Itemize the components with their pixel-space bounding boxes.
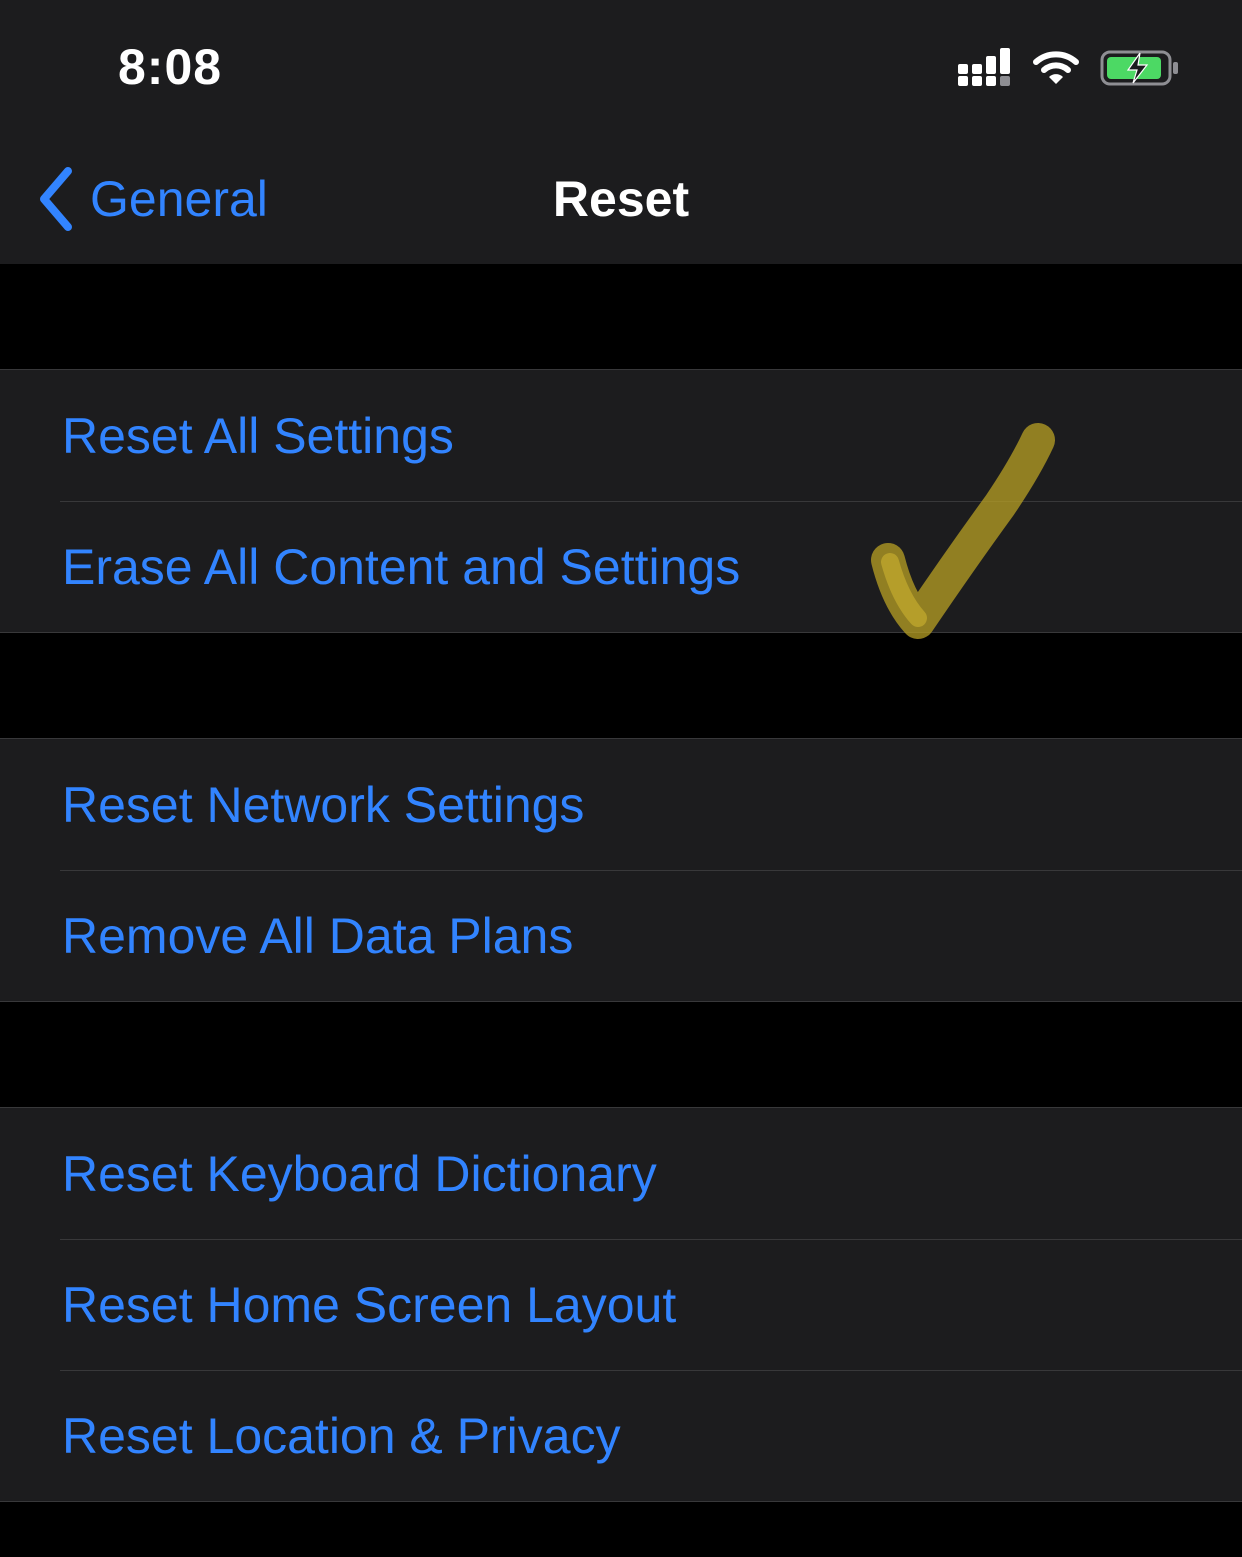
page-title: Reset (552, 171, 690, 227)
navigation-bar: General Reset (0, 130, 1242, 264)
row-label: Reset All Settings (62, 407, 454, 464)
row-label: Reset Home Screen Layout (62, 1276, 677, 1333)
reset-group-3: Reset Keyboard Dictionary Reset Home Scr… (0, 1107, 1242, 1502)
reset-all-settings-row[interactable]: Reset All Settings (0, 370, 1242, 501)
row-label: Reset Keyboard Dictionary (62, 1145, 657, 1202)
cellular-signal-icon (958, 48, 1010, 86)
reset-network-settings-row[interactable]: Reset Network Settings (0, 739, 1242, 870)
row-label: Erase All Content and Settings (62, 538, 741, 595)
status-bar: 8:08 (0, 0, 1242, 130)
reset-location-privacy-row[interactable]: Reset Location & Privacy (0, 1370, 1242, 1501)
row-label: Reset Location & Privacy (62, 1407, 621, 1464)
battery-charging-icon (1100, 50, 1178, 86)
row-label: Reset Network Settings (62, 776, 585, 833)
reset-group-1: Reset All Settings Erase All Content and… (0, 369, 1242, 633)
status-time: 8:08 (118, 39, 223, 95)
wifi-icon (1033, 51, 1079, 84)
remove-all-data-plans-row[interactable]: Remove All Data Plans (0, 870, 1242, 1001)
reset-home-screen-layout-row[interactable]: Reset Home Screen Layout (0, 1239, 1242, 1370)
reset-group-2: Reset Network Settings Remove All Data P… (0, 738, 1242, 1002)
row-label: Remove All Data Plans (62, 907, 574, 964)
status-icons (958, 46, 1180, 90)
reset-keyboard-dictionary-row[interactable]: Reset Keyboard Dictionary (0, 1108, 1242, 1239)
top-chrome: 8:08 General Reset (0, 0, 1242, 264)
erase-all-content-row[interactable]: Erase All Content and Settings (0, 501, 1242, 632)
